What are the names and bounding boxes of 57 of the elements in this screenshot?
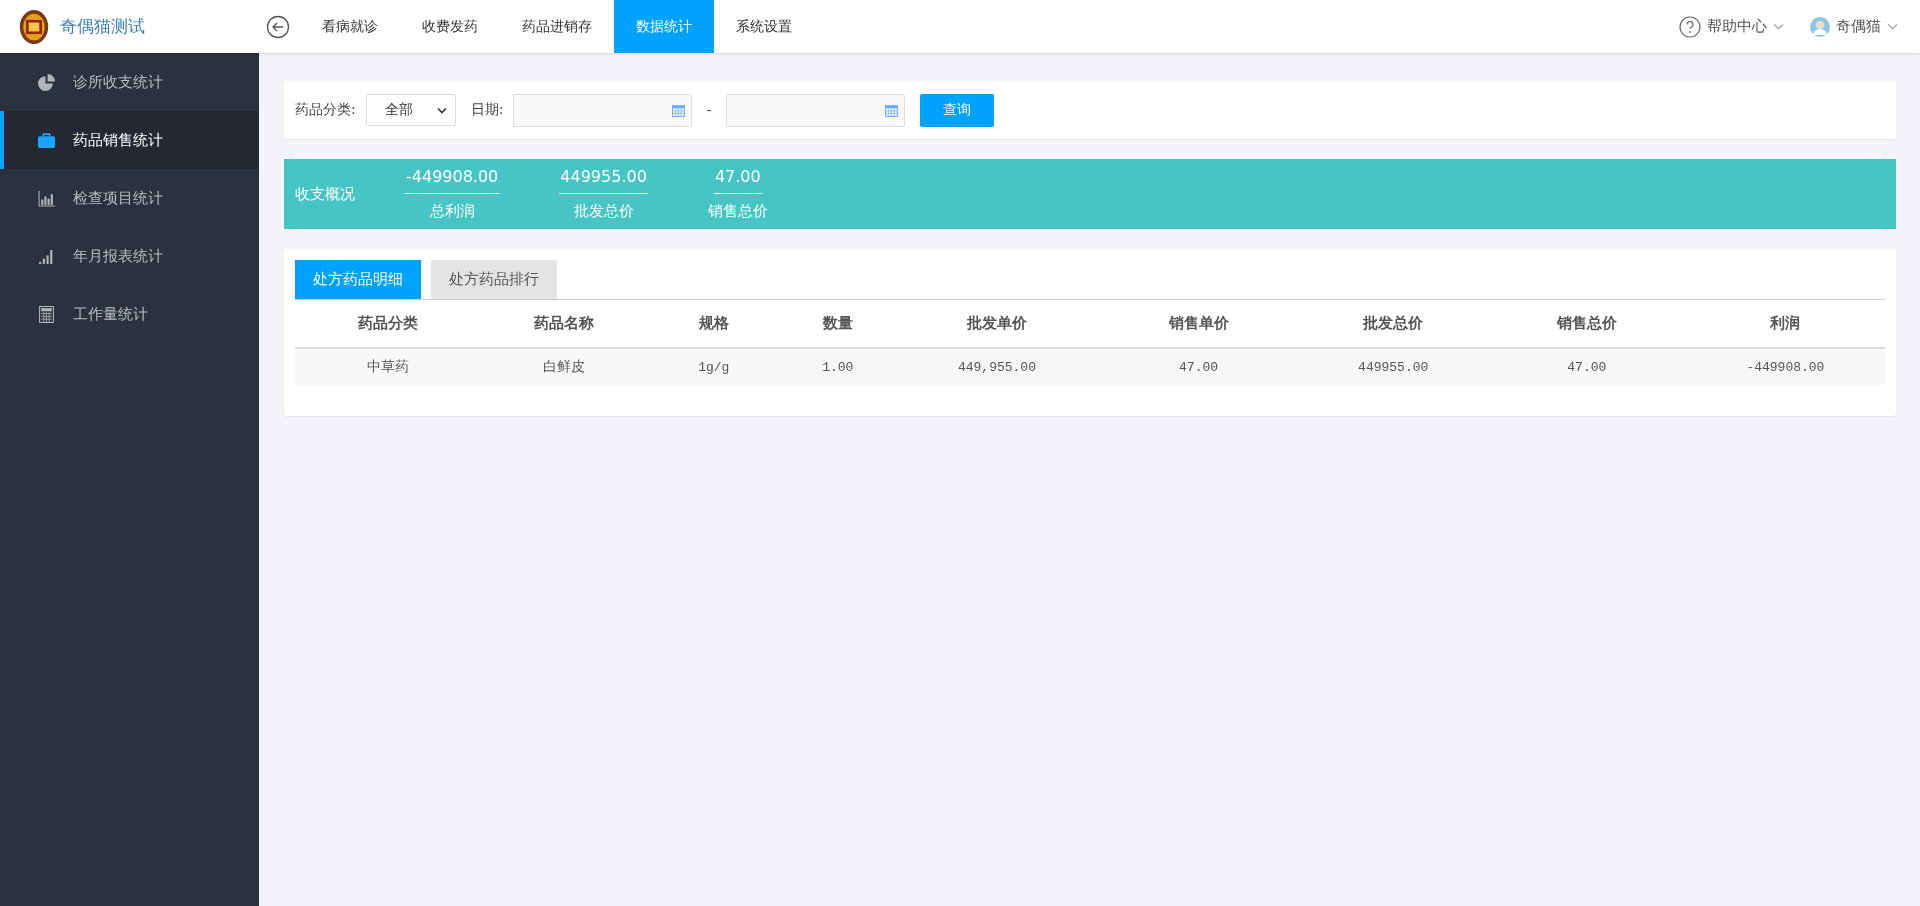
column-header: 药品名称 xyxy=(532,314,595,333)
summary-value: -449908.00 xyxy=(405,167,500,194)
nav-tab[interactable]: 药品进销存 xyxy=(500,0,614,53)
column-header: 批发总价 xyxy=(1362,314,1425,333)
table-cell-text: 1.00 xyxy=(821,359,855,375)
column-header: 药品分类 xyxy=(356,314,419,333)
date-separator: - xyxy=(706,102,712,118)
sidebar-item[interactable]: 年月报表统计 xyxy=(0,227,259,285)
table-cell-text: 449955.00 xyxy=(1357,359,1430,375)
table-cell-text: 449,955.00 xyxy=(956,359,1037,375)
summary-value: 47.00 xyxy=(713,167,762,194)
column-header: 销售总价 xyxy=(1555,314,1618,333)
nav-tab[interactable]: 系统设置 xyxy=(714,0,814,53)
summary-value: 449955.00 xyxy=(559,167,648,194)
date-label: 日期: xyxy=(470,101,504,119)
column-header: 利润 xyxy=(1769,314,1802,333)
briefcase-icon xyxy=(38,131,55,149)
app-title: 奇偶猫测试 xyxy=(60,15,145,38)
tab[interactable]: 处方药品排行 xyxy=(431,260,557,299)
summary-label: 总利润 xyxy=(429,202,475,221)
nav-tab[interactable]: 看病就诊 xyxy=(300,0,400,53)
chevron-down-icon xyxy=(1773,23,1784,30)
table-cell-text: -449908.00 xyxy=(1745,359,1826,375)
sidebar-item[interactable]: 检查项目统计 xyxy=(0,169,259,227)
category-select[interactable]: 全部 xyxy=(365,94,456,126)
chevron-down-icon xyxy=(436,106,447,114)
user-menu[interactable]: 奇偶猫 xyxy=(1810,16,1898,37)
logo-icon xyxy=(18,8,50,45)
end-date-field[interactable] xyxy=(725,93,905,127)
sidebar-item[interactable]: 诊所收支统计 xyxy=(0,53,259,111)
sidebar-item[interactable]: 药品销售统计 xyxy=(0,111,259,169)
signal-bars-icon xyxy=(38,247,55,265)
column-header: 销售单价 xyxy=(1167,314,1230,333)
avatar-icon xyxy=(1810,16,1830,37)
help-menu[interactable]: 帮助中心 xyxy=(1679,15,1784,38)
table-cell-text: 47.00 xyxy=(1178,359,1220,375)
start-date-field[interactable] xyxy=(513,93,693,127)
category-label: 药品分类: xyxy=(295,101,356,119)
bar-chart-icon xyxy=(38,189,55,207)
nav-tab[interactable]: 收费发药 xyxy=(400,0,500,53)
table-cell-text: 1g/g xyxy=(697,359,731,375)
calendar-icon xyxy=(671,102,687,118)
chevron-down-icon xyxy=(1887,23,1898,30)
summary-label: 批发总价 xyxy=(573,202,634,221)
column-header: 规格 xyxy=(697,314,730,333)
summary-title: 收支概况 xyxy=(295,184,355,204)
column-header: 数量 xyxy=(821,314,854,333)
sidebar-item[interactable]: 工作量统计 xyxy=(0,285,259,343)
table-cell-text: 47.00 xyxy=(1566,359,1608,375)
summary-label: 销售总价 xyxy=(707,202,768,221)
calendar-icon xyxy=(883,102,899,118)
calculator-icon xyxy=(38,305,55,323)
column-header: 批发单价 xyxy=(965,314,1028,333)
table-cell-text: 白鲜皮 xyxy=(541,358,586,376)
help-icon xyxy=(1679,15,1701,38)
pie-chart-icon xyxy=(38,73,55,91)
table-cell-text: 中草药 xyxy=(365,358,410,376)
